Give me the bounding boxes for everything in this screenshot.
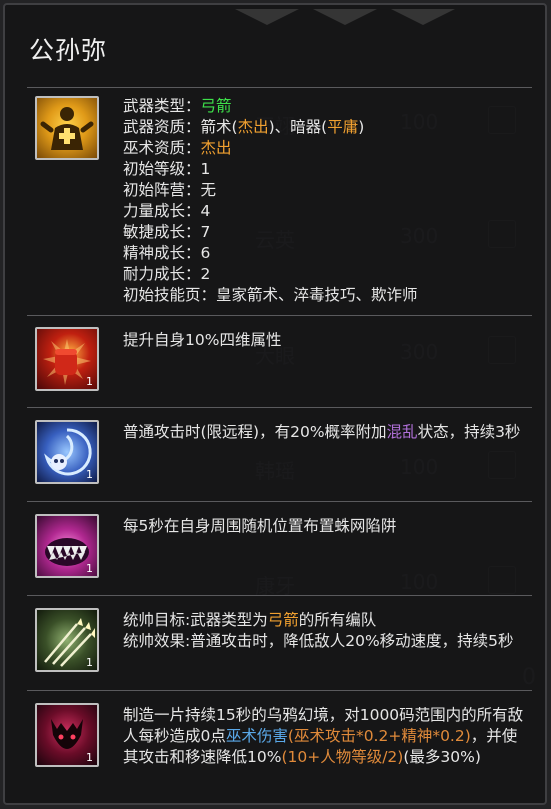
skill-desc: 每5秒在自身周围随机位置布置蛛网陷阱 [123, 517, 397, 535]
skill-desc: 统帅目标:武器类型为弓箭的所有编队 统帅效果:普通攻击时，降低敌人20%移动速度… [123, 610, 528, 652]
weapon-type-label: 武器类型： [123, 97, 201, 115]
skill-row: 1 普通攻击时(限远程)，有20%概率附加混乱状态，持续3秒 [27, 407, 532, 502]
skill-desc-part: 状态，持续3秒 [417, 423, 521, 441]
skill-level: 1 [86, 656, 93, 669]
weapon-quality-label: 武器资质： [123, 118, 201, 136]
bow-keyword: 弓箭 [267, 611, 299, 629]
quality-a-value: 杰出 [237, 118, 269, 136]
weapon-type-line: 武器类型：弓箭 [123, 96, 528, 117]
skill-desc-part: 统帅目标:武器类型为 [123, 611, 268, 629]
decorative-chevrons [235, 9, 469, 29]
camp-line: 初始阵营：无 [123, 181, 217, 199]
hero-tooltip: 公孙弥 武器类型：弓箭 武器资质：箭术(杰出)、暗器(平庸) 巫术资质：杰出 初… [3, 3, 547, 805]
sorcery-damage-keyword: 巫术伤害 [225, 727, 288, 745]
skill-desc-part: 的所有编队 [298, 611, 377, 629]
spider-trap-icon: 1 [35, 514, 99, 578]
demon-raven-icon: 1 [35, 703, 99, 767]
skill-desc: 制造一片持续15秒的乌鸦幻境，对1000码范围内的所有敌人每秒造成0点巫术伤害(… [123, 705, 528, 768]
skill-desc: 普通攻击时(限远程)，有20%概率附加混乱状态，持续3秒 [123, 422, 528, 443]
sorcery-label: 巫术资质： [123, 139, 201, 157]
skill-desc-part: 普通攻击时(限远程)，有20%概率附加 [123, 423, 387, 441]
damage-formula: (巫术攻击*0.2+精神*0.2) [287, 727, 471, 745]
skill-desc-part: (最多30%) [403, 748, 481, 766]
quality-a-label: 箭术( [200, 118, 238, 136]
sorcery-line: 巫术资质：杰出 [123, 138, 528, 159]
weapon-quality-line: 武器资质：箭术(杰出)、暗器(平庸) [123, 117, 528, 138]
confusion-keyword: 混乱 [386, 423, 418, 441]
skill-level: 1 [86, 751, 93, 764]
skill-row: 1 统帅目标:武器类型为弓箭的所有编队 统帅效果:普通攻击时，降低敌人20%移动… [27, 595, 532, 691]
skill-row: 1 制造一片持续15秒的乌鸦幻境，对1000码范围内的所有敌人每秒造成0点巫术伤… [27, 690, 532, 803]
command-effect-line: 统帅效果:普通攻击时，降低敌人20%移动速度，持续5秒 [123, 632, 514, 650]
skill-level: 1 [86, 468, 93, 481]
skull-swirl-icon: 1 [35, 420, 99, 484]
spirit-line: 精神成长：6 [123, 244, 211, 262]
hero-portrait-icon [35, 96, 99, 160]
sorcery-value: 杰出 [200, 139, 232, 157]
arrows-icon: 1 [35, 608, 99, 672]
agility-line: 敏捷成长：7 [123, 223, 211, 241]
skill-row: 1 每5秒在自身周围随机位置布置蛛网陷阱 [27, 501, 532, 596]
skills-line: 初始技能页：皇家箭术、淬毒技巧、欺诈师 [123, 286, 418, 304]
quality-end: ) [358, 118, 365, 136]
skill-row: 1 提升自身10%四维属性 [27, 315, 532, 408]
skill-level: 1 [86, 562, 93, 575]
skill-level: 1 [86, 375, 93, 388]
level-line: 初始等级：1 [123, 160, 211, 178]
command-target-line: 统帅目标:武器类型为弓箭的所有编队 [123, 610, 528, 631]
endurance-line: 耐力成长：2 [123, 265, 211, 283]
reduction-formula: (10+人物等级/2) [281, 748, 404, 766]
stats-section: 武器类型：弓箭 武器资质：箭术(杰出)、暗器(平庸) 巫术资质：杰出 初始等级：… [27, 87, 532, 316]
quality-b-value: 平庸 [327, 118, 359, 136]
strength-line: 力量成长：4 [123, 202, 211, 220]
fist-power-icon: 1 [35, 327, 99, 391]
stats-text: 武器类型：弓箭 武器资质：箭术(杰出)、暗器(平庸) 巫术资质：杰出 初始等级：… [123, 96, 528, 306]
skill-desc: 提升自身10%四维属性 [123, 331, 282, 349]
hero-name-title: 公孙弥 [29, 36, 108, 65]
weapon-type-value: 弓箭 [200, 97, 232, 115]
quality-b-label: )、暗器( [268, 118, 328, 136]
